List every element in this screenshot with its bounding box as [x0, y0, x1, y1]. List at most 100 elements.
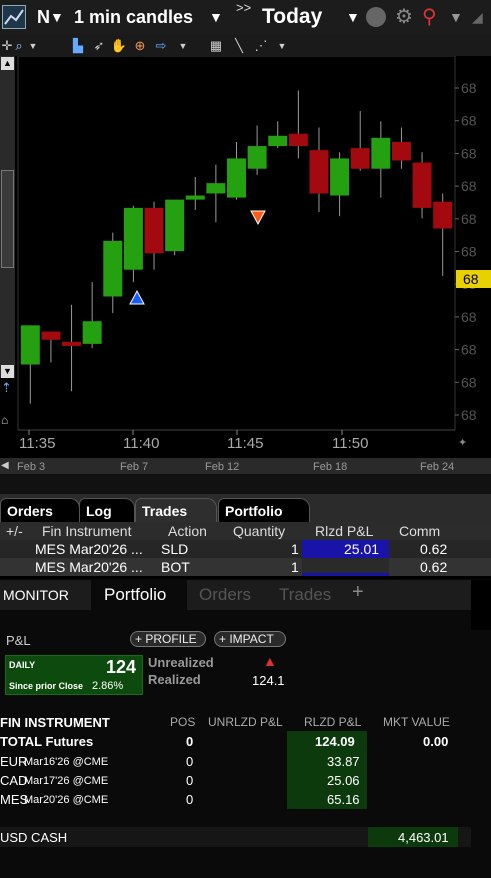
- candle-body: [412, 162, 432, 208]
- position-expiry: Mar17'26 @CME: [24, 775, 109, 787]
- chart-logo-icon[interactable]: [2, 5, 26, 29]
- impact-button[interactable]: + IMPACT: [214, 631, 286, 647]
- col-comm[interactable]: Comm: [399, 523, 440, 539]
- tools-dropdown-icon[interactable]: ▼: [276, 37, 288, 55]
- cash-label: USD CASH: [0, 830, 68, 845]
- position-expiry: Mar16'26 @CME: [24, 756, 109, 768]
- y-tick-label: 68: [461, 244, 477, 260]
- col-plus-minus[interactable]: +/-: [6, 523, 23, 539]
- table-row[interactable]: MES Mar20'26 ... SLD 1 25.01 0.62: [0, 540, 491, 558]
- candle-body: [268, 135, 288, 147]
- daily-label: DAILY: [9, 660, 36, 670]
- unrealized-label: Unrealized: [148, 655, 214, 670]
- overflow-icon[interactable]: ◢: [472, 9, 483, 26]
- chart-area[interactable]: 68686868686868686868686811:3511:4011:451…: [0, 55, 491, 458]
- y-tick-label: 68: [461, 342, 477, 358]
- table-row[interactable]: CAD Mar17'26 @CME 0 25.06: [0, 771, 471, 790]
- gear-icon[interactable]: ⚙: [395, 4, 413, 29]
- arrow-dropdown-icon[interactable]: ▼: [177, 37, 189, 55]
- interval-dropdown-icon[interactable]: ▼: [209, 9, 223, 25]
- lock-icon[interactable]: ⌂: [1, 413, 8, 427]
- candle-body: [20, 325, 40, 365]
- add-tab-button[interactable]: +: [352, 581, 364, 604]
- panel-divider[interactable]: [0, 474, 491, 494]
- candle-body: [371, 137, 391, 169]
- position-pos: 0: [186, 754, 194, 769]
- row-comm: 0.62: [420, 541, 448, 557]
- since-label: Since prior Close: [9, 681, 84, 691]
- tab-portfolio[interactable]: Portfolio: [218, 498, 310, 522]
- channel-icon[interactable]: ⋰: [253, 37, 269, 55]
- col-quantity[interactable]: Quantity: [233, 523, 285, 539]
- candle-body: [391, 141, 411, 161]
- table-row[interactable]: MES Mar20'26 @CME 0 65.16: [0, 790, 471, 809]
- zoom-icon[interactable]: ⌕: [12, 37, 26, 55]
- y-tick-label: 68: [461, 145, 477, 161]
- tab-trades[interactable]: Trades: [135, 498, 217, 522]
- y-tick-label: 68: [461, 113, 477, 129]
- col-fin-instrument[interactable]: FIN INSTRUMENT: [0, 715, 110, 730]
- scroll-down-icon[interactable]: ▼: [1, 365, 14, 378]
- grid-icon[interactable]: ▦: [208, 37, 224, 55]
- range-dropdown-icon[interactable]: ▼: [346, 9, 360, 25]
- table-row[interactable]: MES Mar20'26 ... BOT 1 0.62: [0, 558, 491, 576]
- cash-row[interactable]: USD CASH 4,463.01: [0, 827, 471, 847]
- row-qty: 1: [291, 541, 299, 557]
- zoom-dropdown-icon[interactable]: ▼: [27, 37, 39, 55]
- more-chevron-icon[interactable]: >>: [236, 0, 251, 15]
- position-pos: 0: [186, 773, 194, 788]
- axis-corner-marker: ✦: [458, 437, 467, 449]
- row-comm: 0.62: [420, 559, 448, 575]
- position-rlzd: 25.06: [327, 773, 360, 788]
- symbol-dropdown-icon[interactable]: ▼: [50, 9, 64, 25]
- profile-button[interactable]: + PROFILE: [130, 631, 206, 647]
- daily-value: 124: [106, 657, 137, 677]
- pointer-icon[interactable]: ➶: [91, 37, 107, 55]
- y-tick-label: 68: [461, 309, 477, 325]
- cash-value: 4,463.01: [398, 830, 449, 845]
- monitor-tab-trades[interactable]: Trades: [279, 585, 331, 605]
- y-tick-label: 68: [461, 211, 477, 227]
- search-user-icon[interactable]: [366, 7, 386, 27]
- target-icon[interactable]: ⊕: [132, 37, 148, 55]
- total-name: TOTAL Futures: [0, 734, 94, 749]
- col-rlzd-pnl[interactable]: Rlzd P&L: [315, 523, 373, 539]
- col-mkt-value[interactable]: MKT VALUE: [383, 715, 450, 729]
- scroll-thumb[interactable]: [1, 170, 14, 268]
- col-rlzd[interactable]: RLZD P&L: [304, 715, 361, 729]
- cursor-tool-icon[interactable]: ⇡: [1, 380, 12, 396]
- monitor-tab-orders[interactable]: Orders: [199, 585, 251, 605]
- x-tick-label: 11:40: [123, 435, 159, 452]
- total-mkt: 0.00: [423, 734, 449, 749]
- range-selector[interactable]: Today: [262, 5, 322, 29]
- col-instrument[interactable]: Fin Instrument: [42, 523, 131, 539]
- monitor-tab-portfolio-label[interactable]: Portfolio: [104, 585, 166, 605]
- total-row[interactable]: TOTAL Futures 0 124.09 0.00: [0, 732, 471, 750]
- date-label: Feb 24: [420, 461, 455, 473]
- arrow-icon[interactable]: ⇨: [153, 37, 169, 55]
- total-rlzd: 124.09: [315, 734, 355, 749]
- scroll-up-icon[interactable]: ▲: [1, 57, 14, 70]
- tws-window: N ▼ 1 min candles ▼ >> Today ▼ ⚙ ⚲ ▼ ◢ ✛…: [0, 0, 491, 878]
- col-pos[interactable]: POS: [170, 715, 195, 729]
- col-action[interactable]: Action: [168, 523, 207, 539]
- hand-icon[interactable]: ✋: [111, 37, 127, 55]
- candle-body: [309, 150, 329, 194]
- menu-dropdown-icon[interactable]: ▼: [449, 9, 463, 25]
- bars-icon[interactable]: ▙: [70, 37, 86, 55]
- interval-selector[interactable]: 1 min candles: [74, 7, 193, 28]
- symbol-label[interactable]: N: [37, 7, 50, 28]
- tab-log[interactable]: Log: [79, 498, 135, 522]
- link-icon[interactable]: ⚲: [422, 4, 437, 29]
- price-chart[interactable]: 68686868686868686868686811:3511:4011:451…: [0, 55, 491, 458]
- since-value: 2.86%: [92, 680, 124, 692]
- plot-frame: [17, 55, 456, 431]
- col-unrlzd[interactable]: UNRLZD P&L: [208, 715, 283, 729]
- date-label: Feb 12: [205, 461, 240, 473]
- trendline-icon[interactable]: ╲: [231, 37, 247, 55]
- last-price-label: 68: [463, 271, 479, 287]
- tab-orders[interactable]: Orders: [0, 498, 80, 522]
- row-instrument: MES Mar20'26 ...: [35, 541, 143, 557]
- table-row[interactable]: EUR Mar16'26 @CME 0 33.87: [0, 752, 471, 771]
- candle-body: [62, 341, 82, 346]
